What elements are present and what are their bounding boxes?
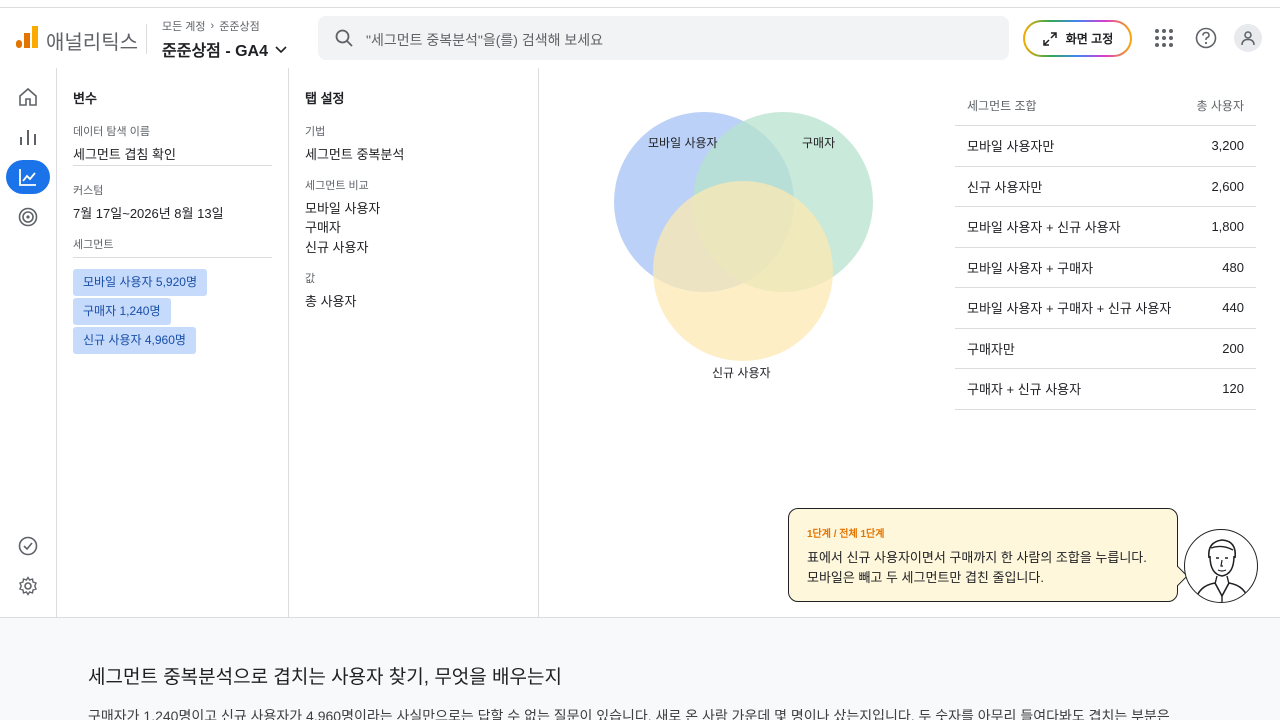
table-row[interactable]: 모바일 사용자만 3,200 bbox=[955, 126, 1256, 167]
article-title: 세그먼트 중복분석으로 겹치는 사용자 찾기, 무엇을 배우는지 bbox=[88, 667, 562, 688]
value-item-total-users[interactable]: 총 사용자 bbox=[305, 291, 356, 310]
row-users: 120 bbox=[1222, 381, 1244, 397]
row-users: 200 bbox=[1222, 340, 1244, 356]
breadcrumb[interactable]: 모든 계정 › 준준상점 bbox=[162, 18, 260, 34]
values-label: 값 bbox=[305, 273, 316, 285]
coach-line-1: 표에서 신규 사용자이면서 구매까지 한 사람의 조합을 누릅니다. bbox=[807, 550, 1147, 565]
row-users: 2,600 bbox=[1211, 178, 1244, 194]
variables-panel: 변수 데이터 탐색 이름 세그먼트 겹침 확인 커스텀 7월 17일~2026년… bbox=[57, 68, 289, 617]
nav-advertising[interactable] bbox=[6, 200, 50, 234]
breadcrumb-root[interactable]: 모든 계정 bbox=[162, 18, 206, 34]
row-users: 3,200 bbox=[1211, 138, 1244, 154]
home-icon bbox=[19, 87, 37, 106]
custom-label: 커스텀 bbox=[73, 185, 104, 197]
row-segment: 구매자만 bbox=[967, 341, 1015, 357]
person-icon bbox=[1241, 31, 1255, 46]
col-segment-header[interactable]: 세그먼트 조합 bbox=[967, 97, 1037, 114]
table-row[interactable]: 구매자만 200 bbox=[955, 329, 1256, 369]
exploration-name-label: 데이터 탐색 이름 bbox=[73, 126, 150, 138]
segment-chip-new-users[interactable]: 신규 사용자 4,960명 bbox=[73, 327, 196, 354]
header-divider bbox=[146, 24, 147, 54]
segment-table: 세그먼트 조합 총 사용자 모바일 사용자만 3,200 신규 사용자만 2,600… bbox=[955, 86, 1256, 410]
segment-compare-label: 세그먼트 비교 bbox=[305, 180, 369, 192]
search-input[interactable]: "세그먼트 중복분석"을(를) 검색해 보세요 bbox=[366, 30, 603, 50]
table-row[interactable]: 신규 사용자만 2,600 bbox=[955, 167, 1256, 207]
tab-settings-panel: 탭 설정 기법 세그먼트 중복분석 세그먼트 비교 모바일 사용자 구매자 신규… bbox=[289, 68, 539, 617]
coach-tooltip: 1단계 / 전체 1단계 표에서 신규 사용자이면서 구매까지 한 사람의 조합… bbox=[788, 508, 1188, 602]
variables-title: 변수 bbox=[73, 91, 97, 106]
compare-item-new-users[interactable]: 신규 사용자 bbox=[305, 237, 368, 256]
exploration-name-underline bbox=[73, 165, 272, 166]
row-segment: 구매자 + 신규 사용자 bbox=[967, 382, 1082, 398]
left-nav bbox=[0, 68, 57, 617]
search-icon bbox=[335, 29, 353, 47]
breadcrumb-child[interactable]: 준준상점 bbox=[219, 18, 259, 34]
property-name: 준준상점 - GA4 bbox=[162, 43, 268, 60]
analytics-logo-icon[interactable] bbox=[16, 26, 38, 48]
expand-icon bbox=[1043, 31, 1057, 46]
pin-screen-label: 화면 고정 bbox=[1065, 32, 1114, 46]
top-border bbox=[0, 0, 1280, 8]
venn-diagram: 모바일 사용자 구매자 신규 사용자 bbox=[540, 68, 940, 398]
table-header: 세그먼트 조합 총 사용자 bbox=[955, 86, 1256, 126]
chevron-down-icon bbox=[275, 46, 287, 54]
nav-explore[interactable] bbox=[6, 160, 50, 194]
table-row[interactable]: 구매자 + 신규 사용자 120 bbox=[955, 369, 1256, 410]
col-users-header[interactable]: 총 사용자 bbox=[1197, 97, 1245, 114]
technique-select[interactable]: 세그먼트 중복분석 bbox=[305, 144, 404, 163]
explore-chart-icon bbox=[19, 169, 36, 186]
nav-home[interactable] bbox=[6, 80, 50, 114]
nav-reports[interactable] bbox=[6, 120, 50, 154]
target-icon bbox=[18, 207, 38, 227]
venn-label-mobile: 모바일 사용자 bbox=[648, 136, 718, 150]
search-bar[interactable]: "세그먼트 중복분석"을(를) 검색해 보세요 bbox=[318, 16, 1009, 60]
nav-configure[interactable] bbox=[6, 529, 50, 563]
segment-chip-buyers[interactable]: 구매자 1,240명 bbox=[73, 298, 171, 325]
nav-admin[interactable] bbox=[6, 569, 50, 603]
compare-item-mobile[interactable]: 모바일 사용자 bbox=[305, 198, 380, 217]
row-users: 1,800 bbox=[1211, 219, 1244, 235]
compare-item-buyers[interactable]: 구매자 bbox=[305, 217, 341, 236]
gear-icon bbox=[19, 576, 37, 596]
table-row[interactable]: 모바일 사용자 + 신규 사용자 1,800 bbox=[955, 207, 1256, 248]
venn-label-new-users: 신규 사용자 bbox=[712, 366, 771, 380]
pin-screen-button[interactable]: 화면 고정 bbox=[1023, 20, 1132, 57]
guide-person-icon bbox=[1194, 539, 1250, 602]
date-range[interactable]: 7월 17일~2026년 8월 13일 bbox=[73, 203, 224, 222]
row-segment: 모바일 사용자 + 구매자 + 신규 사용자 bbox=[967, 301, 1172, 317]
coach-line-2: 모바일은 빼고 두 세그먼트만 겹친 줄입니다. bbox=[807, 570, 1044, 585]
table-row[interactable]: 모바일 사용자 + 구매자 480 bbox=[955, 248, 1256, 288]
table-row[interactable]: 모바일 사용자 + 구매자 + 신규 사용자 440 bbox=[955, 288, 1256, 329]
technique-label: 기법 bbox=[305, 126, 326, 138]
coach-step: 1단계 / 전체 1단계 bbox=[807, 529, 885, 540]
row-segment: 모바일 사용자만 bbox=[967, 139, 1055, 155]
row-segment: 모바일 사용자 + 구매자 bbox=[967, 260, 1094, 276]
venn-label-buyers: 구매자 bbox=[802, 136, 836, 150]
help-icon[interactable] bbox=[1192, 24, 1220, 52]
article-section: 세그먼트 중복분석으로 겹치는 사용자 찾기, 무엇을 배우는지 구매자가 1,… bbox=[0, 617, 1280, 720]
segments-underline bbox=[73, 257, 272, 258]
venn-svg bbox=[614, 112, 873, 361]
bar-chart-icon bbox=[20, 130, 36, 145]
account-avatar[interactable] bbox=[1234, 24, 1262, 52]
venn-circle-new-users[interactable] bbox=[653, 181, 833, 361]
row-users: 480 bbox=[1222, 259, 1244, 275]
article-body: 구매자가 1,240명이고 신규 사용자가 4,960명이라는 사실만으로는 답… bbox=[88, 708, 1170, 720]
apps-grid-icon[interactable] bbox=[1150, 24, 1178, 52]
guide-avatar bbox=[1184, 529, 1258, 603]
exploration-name-input[interactable]: 세그먼트 겹침 확인 bbox=[73, 144, 176, 163]
check-circle-icon bbox=[18, 536, 38, 556]
tab-settings-title: 탭 설정 bbox=[305, 91, 345, 106]
segments-label: 세그먼트 bbox=[73, 239, 114, 251]
chevron-right-icon: › bbox=[210, 20, 215, 32]
row-users: 440 bbox=[1222, 300, 1244, 316]
segment-chip-mobile[interactable]: 모바일 사용자 5,920명 bbox=[73, 269, 207, 296]
app-name[interactable]: 애널리틱스 bbox=[46, 26, 138, 55]
property-selector[interactable]: 준준상점 - GA4 bbox=[162, 37, 288, 61]
row-segment: 신규 사용자만 bbox=[967, 179, 1043, 195]
row-segment: 모바일 사용자 + 신규 사용자 bbox=[967, 220, 1121, 236]
coach-message: 표에서 신규 사용자이면서 구매까지 한 사람의 조합을 누릅니다. 모바일은 … bbox=[807, 548, 1159, 588]
top-header: 애널리틱스 모든 계정 › 준준상점 준준상점 - GA4 "세그먼트 중복분석… bbox=[0, 8, 1280, 68]
